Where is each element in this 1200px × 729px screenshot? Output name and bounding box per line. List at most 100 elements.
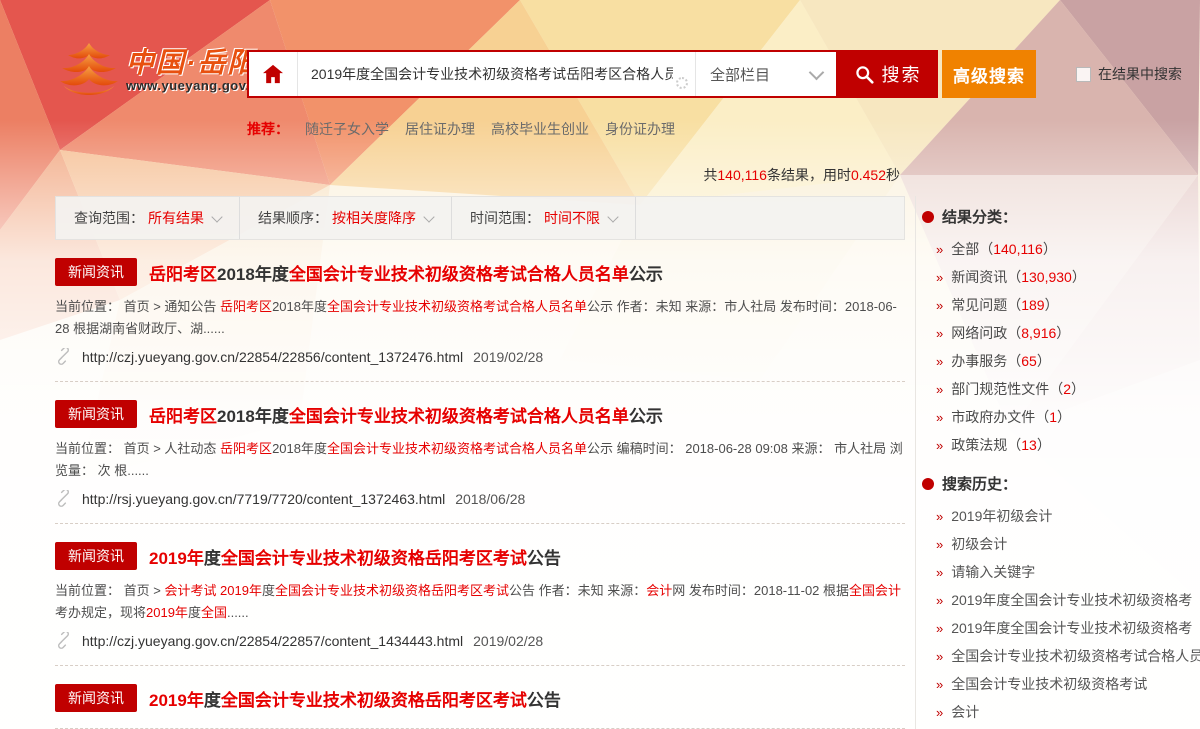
history-title: 搜索历史： — [942, 473, 1017, 494]
result-snippet: 当前位置： 首页 > 通知公告 岳阳考区2018年度全国会计专业技术初级资格考试… — [55, 296, 905, 340]
history-label: 请输入关键字 — [951, 562, 1035, 582]
chevron-down-icon — [809, 64, 825, 80]
category-item[interactable]: 市政府办文件（1） — [922, 403, 1200, 431]
result-url[interactable]: http://rsj.yueyang.gov.cn/7719/7720/cont… — [82, 491, 445, 507]
filter-dropdown[interactable]: 查询范围： 所有结果 — [56, 197, 240, 239]
result-date: 2019/02/28 — [473, 349, 543, 365]
plain-text: 考办规定，现将 — [55, 605, 146, 620]
category-item[interactable]: 常见问题（189） — [922, 291, 1200, 319]
recommend-link[interactable]: 高校毕业生创业 — [491, 119, 589, 139]
recommend-link[interactable]: 随迁子女入学 — [305, 119, 389, 139]
category-badge[interactable]: 新闻资讯 — [55, 400, 137, 428]
category-label: 新闻资讯 — [951, 267, 1007, 287]
arrow-bullet-icon — [936, 242, 943, 257]
history-item[interactable]: 会计 — [922, 698, 1200, 726]
history-item[interactable]: 2019年度全国会计专业技术初级资格考 — [922, 614, 1200, 642]
category-badge[interactable]: 新闻资讯 — [55, 684, 137, 712]
history-list: 2019年初级会计 初级会计 请输入关键字 2019年度全国会计专业技术初级资格… — [922, 502, 1200, 729]
result-header: 新闻资讯 2019年度全国会计专业技术初级资格岳阳考区考试公告 — [55, 684, 905, 712]
arrow-bullet-icon — [936, 649, 943, 664]
result-url[interactable]: http://czj.yueyang.gov.cn/22854/22856/co… — [82, 349, 463, 365]
paren-close: ） — [1057, 407, 1071, 427]
arrow-bullet-icon — [936, 298, 943, 313]
history-item[interactable]: 2019年度全国会计专业技术初级资格考 — [922, 586, 1200, 614]
history-item[interactable]: 初级会计 — [922, 530, 1200, 558]
recommend-links: 随迁子女入学居住证办理高校毕业生创业身份证办理 — [305, 119, 675, 139]
chevron-down-icon — [607, 211, 618, 222]
chevron-down-icon — [423, 211, 434, 222]
search-result-item: 新闻资讯 岳阳考区2018年度全国会计专业技术初级资格考试合格人员名单公示 当前… — [55, 382, 905, 524]
category-item[interactable]: 网络问政（8,916） — [922, 319, 1200, 347]
filter-bar: 查询范围： 所有结果 结果顺序： 按相关度降序 时间范围： 时间不限 — [55, 196, 905, 240]
category-label: 政策法规 — [951, 435, 1007, 455]
result-title-link[interactable]: 2019年度全国会计专业技术初级资格岳阳考区考试公告 — [149, 686, 561, 711]
history-item[interactable]: 全国会计专业技术初级资格考试 — [922, 670, 1200, 698]
search-box: 全部栏目 — [247, 50, 838, 98]
category-badge[interactable]: 新闻资讯 — [55, 542, 137, 570]
paren-open: （ — [1049, 379, 1063, 399]
category-count: 65 — [1021, 353, 1037, 369]
highlighted-text: 会计 — [646, 583, 672, 598]
search-button[interactable]: 搜索 — [838, 50, 938, 98]
highlighted-text: 2019年 — [149, 691, 204, 710]
highlighted-text: 全国 — [201, 605, 227, 620]
highlighted-text: 全国会计专业技术初级资格岳阳考区考试 — [275, 583, 509, 598]
home-button[interactable] — [249, 52, 298, 96]
paren-close: ） — [1037, 435, 1051, 455]
recommend-link[interactable]: 居住证办理 — [405, 119, 475, 139]
arrow-bullet-icon — [936, 410, 943, 425]
paren-close: ） — [1045, 295, 1059, 315]
category-label: 网络问政 — [951, 323, 1007, 343]
history-item[interactable]: 全国会计专业技术初级资格考试合格人员 — [922, 642, 1200, 670]
arrow-bullet-icon — [936, 593, 943, 608]
search-input[interactable] — [298, 66, 695, 82]
filter-dropdown[interactable]: 时间范围： 时间不限 — [452, 197, 636, 239]
history-label: 2019年度全国会计专业技术初级资格考 — [951, 590, 1192, 610]
stats-prefix: 共 — [703, 167, 717, 183]
result-link-row: http://czj.yueyang.gov.cn/22854/22857/co… — [55, 632, 905, 649]
history-item[interactable]: 请输入关键字 — [922, 558, 1200, 586]
paren-open: （ — [979, 239, 993, 259]
paren-open: （ — [1007, 295, 1021, 315]
search-in-results-label: 在结果中搜索 — [1098, 64, 1182, 84]
search-in-results: 在结果中搜索 — [1076, 50, 1182, 98]
arrow-bullet-icon — [936, 438, 943, 453]
result-title-link[interactable]: 岳阳考区2018年度全国会计专业技术初级资格考试合格人员名单公示 — [149, 260, 663, 285]
advanced-search-button[interactable]: 高级搜索 — [942, 50, 1036, 98]
category-item[interactable]: 办事服务（65） — [922, 347, 1200, 375]
filter-value: 按相关度降序 — [332, 208, 416, 228]
category-item[interactable]: 部门规范性文件（2） — [922, 375, 1200, 403]
arrow-bullet-icon — [936, 354, 943, 369]
paren-open: （ — [1007, 351, 1021, 371]
filter-dropdown[interactable]: 结果顺序： 按相关度降序 — [240, 197, 452, 239]
history-item[interactable]: 2019年初级会计 — [922, 502, 1200, 530]
highlighted-text: 全国会计 — [849, 583, 901, 598]
category-count: 13 — [1021, 437, 1037, 453]
highlighted-text: 岳阳考区 — [220, 441, 272, 456]
plain-text: 公告 — [527, 549, 561, 568]
plain-text: 公告 — [527, 691, 561, 710]
result-url[interactable]: http://czj.yueyang.gov.cn/22854/22857/co… — [82, 633, 463, 649]
category-count: 189 — [1021, 297, 1044, 313]
category-item[interactable]: 全部（140,116） — [922, 235, 1200, 263]
category-label: 全部 — [951, 239, 979, 259]
category-item[interactable]: 政策法规（13） — [922, 431, 1200, 459]
result-title-link[interactable]: 岳阳考区2018年度全国会计专业技术初级资格考试合格人员名单公示 — [149, 402, 663, 427]
category-select[interactable]: 全部栏目 — [695, 52, 836, 96]
recommend-link[interactable]: 身份证办理 — [605, 119, 675, 139]
paren-open: （ — [1007, 267, 1021, 287]
site-logo[interactable]: 中国·岳阳 www.yueyang.gov.cn — [58, 42, 266, 98]
result-link-row: http://czj.yueyang.gov.cn/22854/22856/co… — [55, 348, 905, 365]
results-list: 新闻资讯 岳阳考区2018年度全国会计专业技术初级资格考试合格人员名单公示 当前… — [55, 240, 905, 729]
category-badge[interactable]: 新闻资讯 — [55, 258, 137, 286]
gear-icon[interactable] — [676, 77, 688, 89]
category-item[interactable]: 新闻资讯（130,930） — [922, 263, 1200, 291]
highlighted-text: 全国会计专业技术初级资格考试合格人员名单 — [327, 441, 587, 456]
plain-text: 公示 — [629, 265, 663, 284]
result-title-link[interactable]: 2019年度全国会计专业技术初级资格岳阳考区考试公告 — [149, 544, 561, 569]
plain-text: 度 — [204, 549, 221, 568]
search-in-results-checkbox[interactable] — [1076, 67, 1091, 82]
filter-value: 时间不限 — [544, 208, 600, 228]
result-snippet: 当前位置： 首页 > 人社动态 岳阳考区2018年度全国会计专业技术初级资格考试… — [55, 438, 905, 482]
highlighted-text: 2019年 — [149, 549, 204, 568]
